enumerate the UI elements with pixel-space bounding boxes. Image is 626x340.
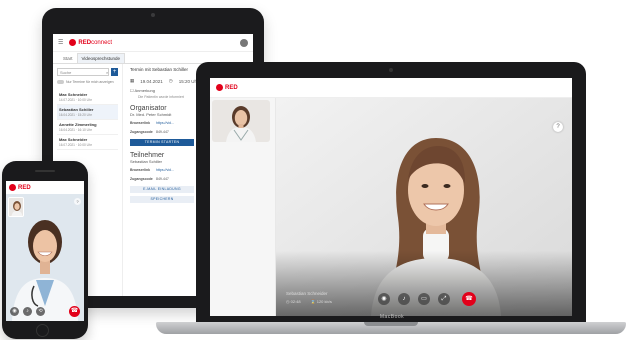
- logo-connect-text: connect: [91, 39, 113, 46]
- home-button[interactable]: [36, 324, 49, 337]
- tab-videosprechstunde[interactable]: Videosprechstunde: [76, 53, 125, 63]
- switch-camera-icon[interactable]: ⟲: [36, 307, 45, 316]
- logo-dot-icon: [9, 184, 16, 191]
- end-call-icon[interactable]: ☎: [462, 292, 476, 306]
- browser-link-label: Browserlink: [130, 121, 151, 125]
- logo-red-text: RED: [225, 84, 238, 91]
- microphone-icon[interactable]: ♪: [398, 293, 410, 305]
- calendar-icon: ▦: [130, 78, 135, 83]
- remote-video: ? Sebastian Schneider ◷ 02:48 ⌛ 120 kb/s…: [276, 98, 572, 316]
- help-icon[interactable]: ?: [74, 198, 81, 205]
- toggle-label: Nur Termine für mich anzeigen: [66, 80, 114, 84]
- list-item[interactable]: Sebastian Schiller 16.04.2021 · 15:20 Uh…: [57, 105, 118, 120]
- logo-dot-icon: [69, 39, 77, 46]
- note-label: Anmerkung: [134, 88, 155, 93]
- microphone-icon[interactable]: ♪: [23, 307, 32, 316]
- phone-remote-video: ? ◉ ♪ ⟲ ☎: [6, 194, 84, 321]
- laptop-camera: [389, 68, 393, 72]
- call-stats: ◷ 02:48 ⌛ 120 kb/s: [286, 299, 332, 304]
- doctor-portrait-icon: [212, 100, 270, 142]
- tablet-camera: [151, 13, 155, 17]
- search-icon: ⌕: [106, 69, 109, 75]
- camera-toggle-icon[interactable]: ◉: [378, 293, 390, 305]
- search-input[interactable]: Suche ⌕: [57, 68, 110, 76]
- screen-share-icon[interactable]: ▭: [418, 293, 430, 305]
- call-info: Sebastian Schneider ◷ 02:48 ⌛ 120 kb/s: [286, 291, 332, 304]
- save-button[interactable]: SPEICHERN: [130, 196, 194, 203]
- help-icon[interactable]: ?: [553, 122, 563, 132]
- tab-start[interactable]: Start: [59, 54, 77, 63]
- call-duration: 02:48: [290, 299, 301, 304]
- patient-video-icon: [276, 98, 572, 316]
- redconnect-logo: RED connect: [69, 39, 112, 46]
- caller-name: Sebastian Schneider: [286, 291, 328, 296]
- logo-dot-icon: [216, 84, 223, 91]
- list-item[interactable]: Max Schneider 16.07.2021 · 10:00 Uhr: [57, 135, 118, 150]
- tablet-header: ☰ RED connect: [53, 34, 253, 52]
- access-code-label: Zugangscode: [130, 130, 153, 134]
- appointment-name: Max Schneider: [59, 137, 88, 142]
- laptop-screen: RED ? Sebastian Schneider ◷ 02:48 ⌛ 120 …: [210, 78, 572, 316]
- clock-icon: ◷: [168, 78, 173, 83]
- phone-screen: RED ? ◉ ♪ ⟲ ☎: [6, 181, 84, 321]
- camera-toggle-icon[interactable]: ◉: [10, 307, 19, 316]
- browser-link[interactable]: https://vid...: [156, 168, 174, 172]
- self-view-portrait-icon: [9, 198, 23, 216]
- browser-link[interactable]: https://vid...: [156, 121, 174, 125]
- logo-red-text: RED: [78, 39, 92, 46]
- self-view-sidebar: [210, 98, 276, 316]
- appointment-date: 16.04.2021 · 16:10 Uhr: [59, 128, 92, 132]
- phone-speaker: [35, 170, 55, 172]
- list-item[interactable]: Annette Zimmerling 16.04.2021 · 16:10 Uh…: [57, 120, 118, 135]
- search-bar: Suche ⌕ +: [57, 68, 118, 76]
- appointment-date-field[interactable]: 19.04.2021: [140, 79, 163, 84]
- red-logo: RED: [216, 84, 238, 91]
- appointment-name: Sebastian Schiller: [59, 107, 94, 112]
- email-invite-button[interactable]: E-MAIL EINLADUNG: [130, 186, 194, 193]
- appointment-date: 14.07.2021 · 10:00 Uhr: [59, 98, 92, 102]
- add-appointment-button[interactable]: +: [111, 68, 118, 76]
- fullscreen-icon[interactable]: ⤢: [438, 293, 450, 305]
- appointment-name: Annette Zimmerling: [59, 122, 97, 127]
- browser-link-label: Browserlink: [130, 168, 151, 172]
- search-placeholder: Suche: [60, 69, 72, 75]
- my-appointments-toggle[interactable]: Nur Termine für mich anzeigen: [57, 80, 118, 84]
- toggle-switch[interactable]: [57, 80, 64, 84]
- self-view-thumbnail[interactable]: [212, 100, 270, 142]
- phone-call-controls: ◉ ♪ ⟲: [10, 307, 45, 316]
- call-duration-item: ◷ 02:48: [286, 299, 301, 304]
- access-code-value: 849-447: [156, 177, 169, 181]
- appointment-name: Max Schneider: [59, 92, 88, 97]
- phone-header: RED: [6, 181, 84, 194]
- bandwidth-item: ⌛ 120 kb/s: [311, 299, 332, 304]
- phone-device: RED ? ◉ ♪ ⟲ ☎: [2, 161, 88, 339]
- list-item[interactable]: Max Schneider 14.07.2021 · 10:00 Uhr: [57, 90, 118, 105]
- phone-self-view[interactable]: [8, 197, 24, 217]
- call-controls: ◉ ♪ ▭ ⤢ ☎: [378, 292, 476, 306]
- user-avatar[interactable]: [240, 38, 248, 47]
- call-bandwidth: 120 kb/s: [316, 299, 332, 304]
- access-code-label: Zugangscode: [130, 177, 153, 181]
- logo-red-text: RED: [18, 184, 31, 191]
- red-logo: RED: [9, 184, 31, 191]
- end-call-icon[interactable]: ☎: [69, 306, 80, 317]
- laptop-device: RED ? Sebastian Schneider ◷ 02:48 ⌛ 120 …: [196, 62, 586, 324]
- laptop-notch: [364, 322, 418, 326]
- appointment-date: 16.07.2021 · 10:00 Uhr: [59, 143, 92, 147]
- hamburger-icon[interactable]: ☰: [58, 39, 63, 46]
- laptop-header: RED: [210, 78, 572, 98]
- access-code-value: 849-447: [156, 130, 169, 134]
- laptop-brand-label: MacBook: [379, 314, 405, 320]
- start-appointment-button[interactable]: TERMIN STARTEN: [130, 139, 194, 146]
- appointment-date: 16.04.2021 · 15:20 Uhr: [59, 113, 92, 117]
